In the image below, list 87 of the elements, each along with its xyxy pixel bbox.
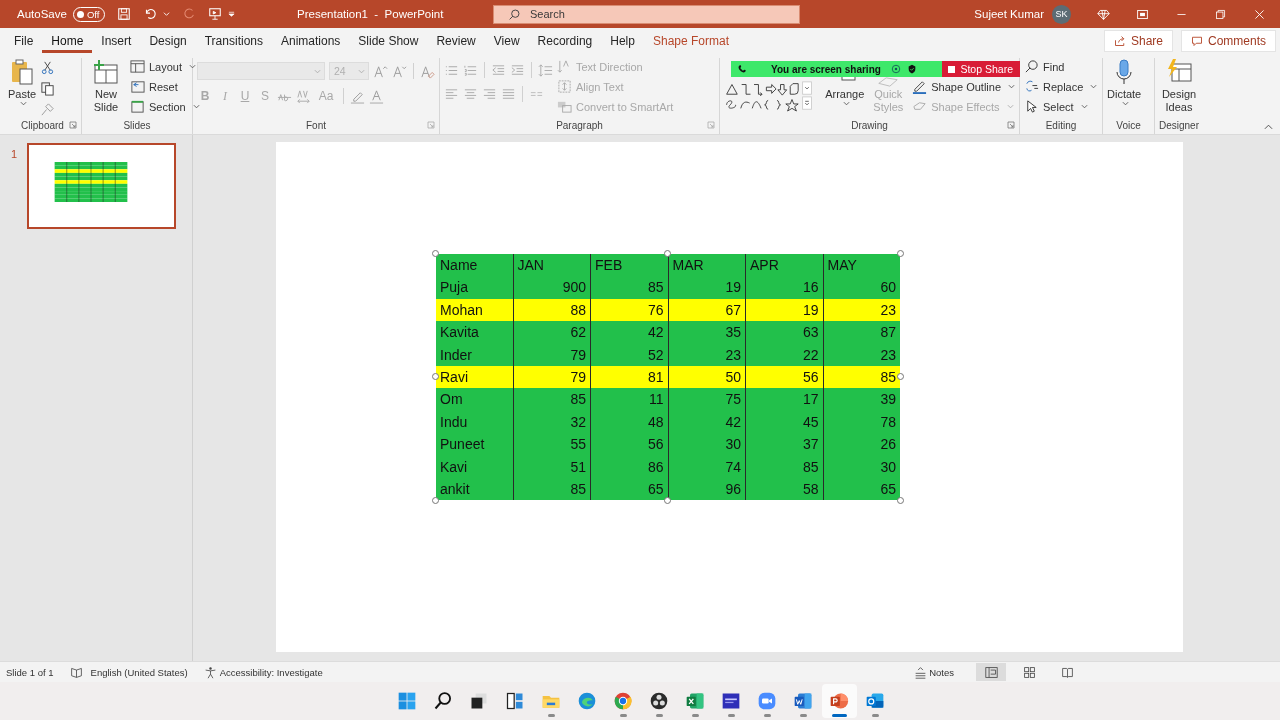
- table-cell: 58: [746, 477, 824, 501]
- table-cell: 75: [668, 388, 746, 411]
- ribbon-tab[interactable]: Recording: [528, 29, 602, 53]
- table-cell: 17: [746, 388, 824, 411]
- table-cell-text: 23: [879, 345, 897, 365]
- table-cell: Kavita: [436, 321, 514, 344]
- accessibility-status[interactable]: Accessibility: Investigate: [219, 666, 323, 678]
- section-button[interactable]: Section: [130, 98, 200, 115]
- table-cell-text: 87: [879, 323, 897, 343]
- table-cell: 900: [513, 276, 591, 299]
- table-cell: 55: [513, 433, 591, 456]
- table-cell: 63: [746, 321, 824, 344]
- table-cell: Kavi: [436, 455, 514, 478]
- table-cell: 56: [591, 433, 669, 456]
- group-label: Paragraph: [556, 120, 603, 131]
- table-cell: 23: [668, 343, 746, 366]
- user-avatar[interactable]: SK: [1052, 4, 1071, 24]
- table-cell-text: 65: [879, 479, 897, 499]
- autosave-label: AutoSave: [17, 8, 67, 20]
- group-label: Voice: [1116, 120, 1141, 131]
- table-cell-text: 78: [879, 412, 897, 432]
- dictate-button[interactable]: Dictate: [1107, 58, 1142, 106]
- reset-button[interactable]: Reset: [130, 78, 200, 95]
- table-cell: Puja: [436, 276, 514, 299]
- notes-button[interactable]: Notes: [914, 665, 954, 679]
- window-title: Presentation1 - PowerPoint: [297, 8, 445, 20]
- table-cell: 16: [746, 276, 824, 299]
- group-label: Slides: [123, 120, 151, 131]
- slide-number: 1: [11, 147, 18, 160]
- user-name: Sujeet Kumar: [974, 8, 1044, 20]
- ribbon-tab[interactable]: Insert: [92, 29, 141, 53]
- group-label: Editing: [1045, 120, 1077, 131]
- table-cell: 19: [668, 276, 746, 299]
- table-cell: 85: [513, 388, 591, 411]
- table-cell: 85: [513, 477, 591, 501]
- table-cell: Om: [436, 388, 514, 411]
- ribbon-tab[interactable]: Slide Show: [349, 29, 428, 53]
- column-header: MAY: [826, 256, 858, 275]
- comments-button[interactable]: Comments: [1181, 30, 1276, 52]
- table-cell: Inder: [436, 343, 514, 366]
- stop-share-button[interactable]: Stop Share: [942, 61, 1020, 77]
- paste-button[interactable]: Paste: [8, 58, 37, 106]
- table-cell: 37: [746, 433, 824, 456]
- table-cell: 11: [591, 388, 669, 411]
- table-cell-text: 39: [879, 390, 897, 410]
- table-cell: 62: [513, 321, 591, 344]
- language-label[interactable]: English (United States): [90, 666, 188, 678]
- ribbon-tab[interactable]: View: [484, 29, 529, 53]
- ribbon-tab[interactable]: Transitions: [195, 29, 272, 53]
- table-cell: 86: [591, 455, 669, 478]
- table-cell-text: 23: [879, 300, 897, 320]
- new-slide-button[interactable]: New Slide: [86, 58, 126, 114]
- design-ideas-button[interactable]: Design Ideas: [1159, 58, 1199, 114]
- table-cell: 85: [746, 455, 824, 478]
- group-label: Drawing: [851, 120, 888, 131]
- ribbon-tab[interactable]: Design: [140, 29, 196, 53]
- table-cell: 42: [591, 321, 669, 344]
- shape-outline-button[interactable]: Shape Outline: [912, 78, 1015, 95]
- group-label: Designer: [1159, 120, 1199, 131]
- replace-button[interactable]: Replace: [1024, 78, 1098, 95]
- find-button[interactable]: Find: [1024, 58, 1098, 75]
- table-cell-text: 26: [879, 435, 897, 455]
- search-field[interactable]: Search: [493, 4, 800, 24]
- table-cell: 74: [668, 455, 746, 478]
- table-cell: 85: [591, 276, 669, 299]
- sharing-message: You are screen sharing: [771, 63, 881, 75]
- table-cell: 30: [668, 433, 746, 456]
- table-cell-text: 85: [879, 367, 897, 387]
- group-label: Clipboard: [21, 120, 64, 131]
- ribbon-tab[interactable]: Animations: [272, 29, 350, 53]
- table-cell: 51: [513, 455, 591, 478]
- table-cell: Puneet: [436, 433, 514, 456]
- table-cell-text: 30: [879, 457, 897, 477]
- ribbon-tab[interactable]: Shape Format: [643, 29, 738, 53]
- table-cell-text: 60: [879, 278, 897, 298]
- table-cell: 79: [513, 343, 591, 366]
- share-button[interactable]: Share: [1103, 30, 1173, 52]
- layout-button[interactable]: Layout: [130, 58, 200, 75]
- slide-counter: Slide 1 of 1: [6, 666, 54, 678]
- table-cell: 52: [591, 343, 669, 366]
- ribbon-tab[interactable]: Help: [601, 29, 644, 53]
- group-label: Font: [306, 120, 326, 131]
- ribbon-tab[interactable]: Review: [427, 29, 485, 53]
- table-cell: 22: [746, 343, 824, 366]
- ribbon-tab[interactable]: File: [5, 29, 43, 53]
- table-cell: 35: [668, 321, 746, 344]
- select-button[interactable]: Select: [1024, 98, 1098, 115]
